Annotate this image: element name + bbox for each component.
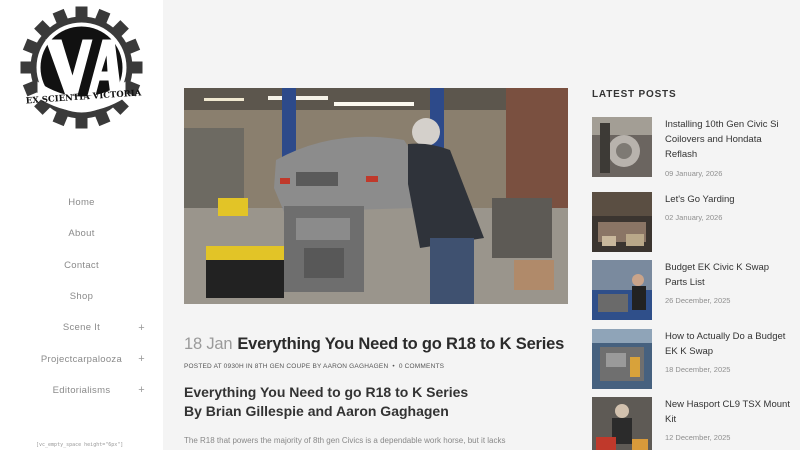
expand-plus-icon[interactable]: + [138,353,145,365]
engine-bay-photo-icon [592,329,652,389]
nav-item-about[interactable]: About [0,218,163,249]
post-meta: POSTED AT 0930H IN 8TH GEN COUPE BY AARO… [184,363,444,370]
latest-post-item[interactable]: How to Actually Do a Budget EK K Swap 18… [592,329,792,389]
nav-item-shop[interactable]: Shop [0,281,163,312]
nav-label: Editorialisms [52,384,111,396]
nav-item-scene-it[interactable]: Scene It + [0,312,163,343]
expand-plus-icon[interactable]: + [138,384,145,396]
post-thumbnail[interactable] [592,397,652,450]
latest-post-item[interactable]: Let's Go Yarding 02 January, 2026 [592,192,792,252]
nav-item-home[interactable]: Home [0,187,163,218]
shortcode-text: [vc_empty_space height="6px"] [36,442,124,448]
meta-separator: • [392,363,395,370]
latest-post-title[interactable]: Installing 10th Gen Civic Si Coilovers a… [665,117,790,162]
latest-post-date: 12 December, 2025 [665,433,731,442]
latest-post-title[interactable]: Let's Go Yarding [665,192,790,207]
nav-label: Shop [69,291,94,303]
post-subheading: Everything You Need to go R18 to K Serie… [184,383,468,421]
nav-item-editorialisms[interactable]: Editorialisms + [0,375,163,406]
main-nav: Home About Contact Shop Scene It + Projec… [0,187,163,406]
latest-post-item[interactable]: Installing 10th Gen Civic Si Coilovers a… [592,117,792,178]
post-meta-posted[interactable]: POSTED AT 0930H IN 8TH GEN COUPE BY AARO… [184,363,388,370]
ek-civic-photo-icon [592,260,652,320]
latest-post-title[interactable]: Budget EK Civic K Swap Parts List [665,260,790,290]
post-date: 18 Jan [184,335,233,353]
nav-label: About [68,228,95,240]
post-thumbnail[interactable] [592,329,652,389]
sidebar: EX SCIENTIA VICTORIA Home About Contact … [0,0,163,450]
latest-posts-heading: LATEST POSTS [592,89,677,100]
post-title-text[interactable]: Everything You Need to go R18 to K Serie… [237,335,564,353]
latest-post-item[interactable]: New Hasport CL9 TSX Mount Kit 12 Decembe… [592,397,792,450]
coilover-photo-icon [592,117,652,177]
latest-post-title[interactable]: How to Actually Do a Budget EK K Swap [665,329,790,359]
post-thumbnail[interactable] [592,117,652,177]
latest-post-item[interactable]: Budget EK Civic K Swap Parts List 26 Dec… [592,260,792,320]
post-thumbnail[interactable] [592,192,652,252]
post-excerpt: The R18 that powers the majority of 8th … [184,436,506,445]
nav-label: Scene It [62,322,101,334]
mount-kit-photo-icon [592,397,652,450]
nav-label: Projectcarpalooza [40,353,123,365]
nav-item-projectcarpalooza[interactable]: Projectcarpalooza + [0,343,163,374]
nav-label: Contact [64,259,99,271]
latest-post-date: 09 January, 2026 [665,169,723,178]
latest-post-title[interactable]: New Hasport CL9 TSX Mount Kit [665,397,790,427]
site-logo[interactable]: EX SCIENTIA VICTORIA [20,6,143,129]
nav-item-contact[interactable]: Contact [0,250,163,281]
junkyard-photo-icon [592,192,652,252]
post-thumbnail[interactable] [592,260,652,320]
expand-plus-icon[interactable]: + [138,322,145,334]
nav-label: Home [68,197,95,209]
garage-photo-icon [184,88,568,304]
latest-post-date: 18 December, 2025 [665,365,731,374]
comments-link[interactable]: 0 COMMENTS [399,363,444,370]
post-title[interactable]: 18 Jan Everything You Need to go R18 to K… [184,335,564,354]
subheading-line-1: Everything You Need to go R18 to K Serie… [184,384,469,400]
featured-image[interactable] [184,88,568,304]
latest-post-date: 02 January, 2026 [665,213,723,222]
latest-post-date: 26 December, 2025 [665,296,731,305]
gear-logo-icon: EX SCIENTIA VICTORIA [20,6,143,129]
subheading-byline: By Brian Gillespie and Aaron Gaghagen [184,403,449,419]
